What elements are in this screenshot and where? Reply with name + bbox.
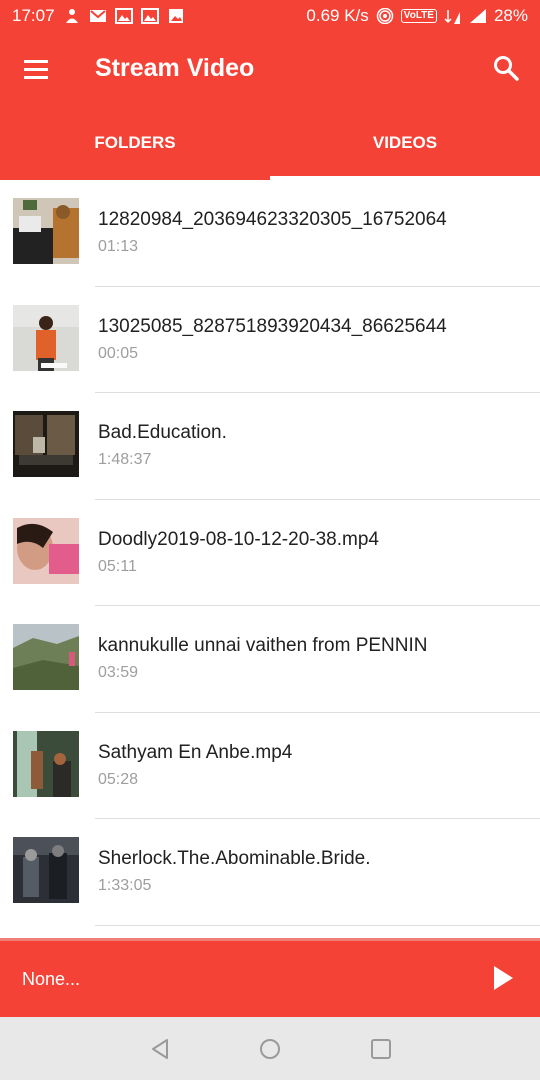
navigation-bar [0,1017,540,1080]
back-icon[interactable] [148,1037,172,1061]
video-thumbnail [13,624,79,690]
network-speed: 0.69 K/s [306,6,369,25]
video-item[interactable]: Sathyam En Anbe.mp4 05:28 [0,713,540,819]
home-icon[interactable] [258,1037,282,1061]
status-time: 17:07 [12,6,55,25]
video-thumbnail [13,837,79,903]
video-item[interactable]: 13025085_828751893920434_86625644 00:05 [0,287,540,393]
video-name: Sathyam En Anbe.mp4 [98,741,293,763]
play-icon[interactable] [492,965,514,991]
video-thumbnail [13,517,79,584]
video-list: 12820984_203694623320305_16752064 01:13 … [0,180,540,938]
signal-icon [469,9,486,23]
video-name: 13025085_828751893920434_86625644 [98,315,447,337]
divider [95,924,540,926]
video-thumbnail [13,411,79,477]
video-name: Sherlock.The.Abominable.Bride. [98,848,371,869]
tab-folders[interactable]: FOLDERS [0,106,270,180]
video-item[interactable]: Doodly2019-08-10-12-20-38.mp4 05:11 [0,500,540,606]
video-duration: 05:11 [98,557,137,575]
video-item[interactable]: Sherlock.The.Abominable.Bride. 1:33:05 [0,819,540,926]
app-bar: Stream Video [0,32,540,106]
app-title: Stream Video [95,54,255,82]
4g-icon [444,10,460,24]
video-duration: 1:48:37 [98,451,152,468]
video-name: kannukulle unnai vaithen from PENNIN [98,635,428,656]
video-name: 12820984_203694623320305_16752064 [98,209,447,230]
video-name: Bad.Education. [98,422,227,443]
video-item[interactable]: kannukulle unnai vaithen from PENNIN 03:… [0,606,540,713]
gallery-icon [140,8,159,24]
tab-bar: FOLDERS VIDEOS [0,106,540,180]
battery-level: 28% [493,6,528,25]
mini-player[interactable]: None... [0,938,540,1017]
video-thumbnail [13,730,79,797]
video-thumbnail [13,304,79,371]
gallery-icon [114,8,133,24]
menu-icon[interactable] [24,60,50,80]
video-duration: 01:13 [98,238,139,255]
video-duration: 05:28 [98,770,139,788]
gmail-icon [89,10,106,22]
video-duration: 00:05 [98,344,139,362]
recents-icon[interactable] [369,1037,393,1061]
volte-badge: VoLTE [400,9,437,23]
search-icon[interactable] [492,54,520,82]
video-item[interactable]: 12820984_203694623320305_16752064 01:13 [0,180,540,287]
hotspot-icon [376,8,394,24]
image-icon [168,9,183,23]
tab-videos[interactable]: VIDEOS [270,106,540,180]
person-icon [65,9,78,23]
video-duration: 1:33:05 [98,877,152,894]
video-name: Doodly2019-08-10-12-20-38.mp4 [98,528,379,550]
now-playing-text: None... [22,969,81,989]
status-bar: 17:07 0.69 K/s VoLTE 28% [0,0,540,32]
video-duration: 03:59 [98,664,139,681]
video-item[interactable]: Bad.Education. 1:48:37 [0,393,540,500]
video-thumbnail [13,198,79,264]
